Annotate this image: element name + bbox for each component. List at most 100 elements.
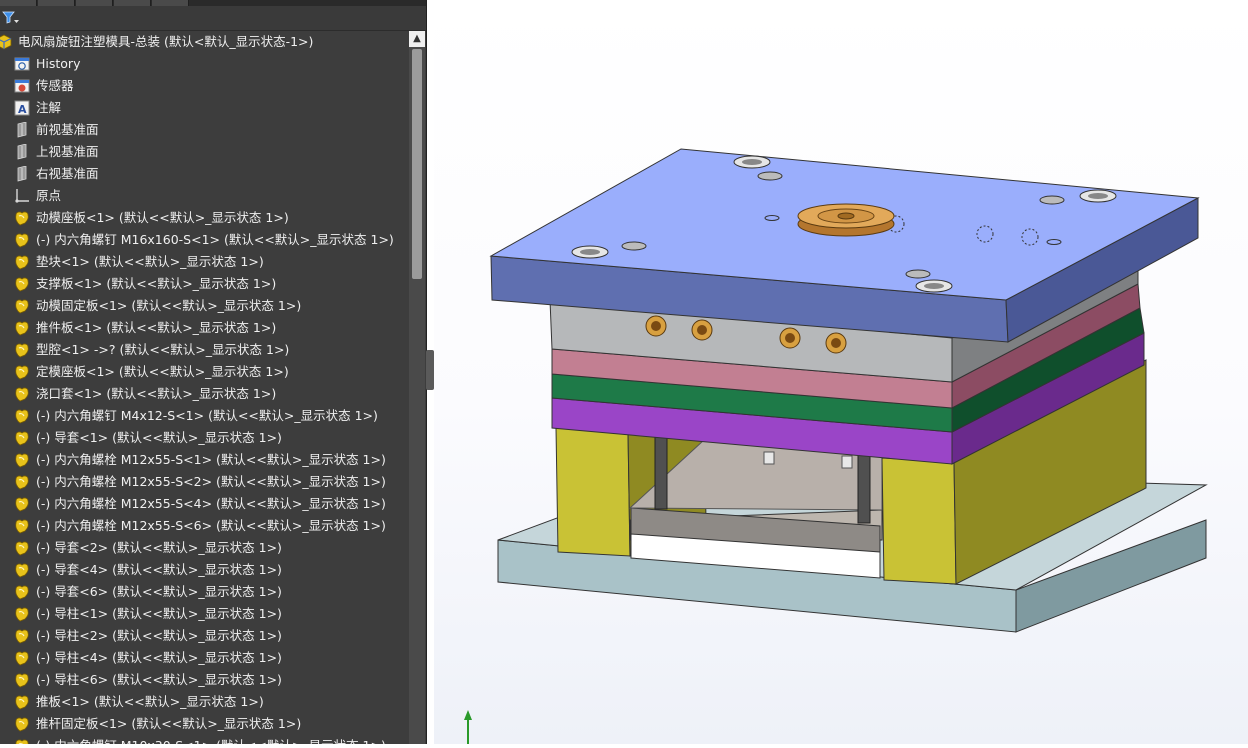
tree-item-2[interactable]: 传感器 [0,75,408,97]
part-icon [14,298,30,314]
tree-item-label: (-) 导套<1> (默认<<默认>_显示状态 1>) [36,430,282,445]
part-icon [14,430,30,446]
filter-icon[interactable] [2,10,20,26]
tree-item-32[interactable]: (-) 内六角螺钉 M10x30-S<1> (默认<<默认>_显示状态 1>) [0,735,408,744]
plane-icon [14,143,30,160]
tree-item-label: (-) 内六角螺栓 M12x55-S<6> (默认<<默认>_显示状态 1>) [36,518,386,533]
tree-filter-bar [0,6,426,31]
tree-item-3[interactable]: A 注解 [0,97,408,119]
tree-item-label: 电风扇旋钮注塑模具-总装 (默认<默认_显示状态-1>) [18,34,314,49]
assembly-icon [0,34,12,50]
feature-manager-panel: 电风扇旋钮注塑模具-总装 (默认<默认_显示状态-1>) History 传感器 A 注… [0,0,427,744]
part-icon [14,716,30,732]
tree-item-12[interactable]: 动模固定板<1> (默认<<默认>_显示状态 1>) [0,295,408,317]
tree-item-root-assembly[interactable]: 电风扇旋钮注塑模具-总装 (默认<默认_显示状态-1>) [0,31,408,53]
part-icon [14,540,30,556]
tree-item-5[interactable]: 上视基准面 [0,141,408,163]
part-icon [14,364,30,380]
tree-item-label: (-) 内六角螺栓 M12x55-S<1> (默认<<默认>_显示状态 1>) [36,452,386,467]
plane-icon [14,165,30,182]
tree-item-label: 定模座板<1> (默认<<默认>_显示状态 1>) [36,364,289,379]
tree-item-label: 上视基准面 [36,144,99,159]
graphics-viewport[interactable] [434,0,1248,744]
tree-item-label: 动模座板<1> (默认<<默认>_显示状态 1>) [36,210,289,225]
return-pin-2 [841,455,853,469]
tree-item-label: (-) 导柱<1> (默认<<默认>_显示状态 1>) [36,606,282,621]
scroll-thumb[interactable] [412,49,422,279]
feature-tree: 电风扇旋钮注塑模具-总装 (默认<默认_显示状态-1>) History 传感器 A 注… [0,31,408,744]
part-icon [14,672,30,688]
part-icon [14,518,30,534]
tree-item-14[interactable]: 型腔<1> ->? (默认<<默认>_显示状态 1>) [0,339,408,361]
tree-item-10[interactable]: 垫块<1> (默认<<默认>_显示状态 1>) [0,251,408,273]
tree-scrollbar[interactable]: ▲ [409,31,425,744]
part-icon [14,386,30,402]
part-icon [14,606,30,622]
tree-item-28[interactable]: (-) 导柱<4> (默认<<默认>_显示状态 1>) [0,647,408,669]
tree-item-label: (-) 导柱<4> (默认<<默认>_显示状态 1>) [36,650,282,665]
tree-item-8[interactable]: 动模座板<1> (默认<<默认>_显示状态 1>) [0,207,408,229]
tree-item-label: (-) 内六角螺钉 M16x160-S<1> (默认<<默认>_显示状态 1>) [36,232,394,247]
spacer-block-left [555,427,631,557]
part-icon [14,562,30,578]
tree-item-18[interactable]: (-) 导套<1> (默认<<默认>_显示状态 1>) [0,427,408,449]
part-icon [14,342,30,358]
part-icon [14,320,30,336]
plane-icon [14,121,30,138]
tree-item-22[interactable]: (-) 内六角螺栓 M12x55-S<6> (默认<<默认>_显示状态 1>) [0,515,408,537]
part-icon [14,650,30,666]
locating-ring [797,203,895,237]
guide-pin-right [857,454,871,524]
tree-item-label: (-) 内六角螺栓 M12x55-S<4> (默认<<默认>_显示状态 1>) [36,496,386,511]
part-icon [14,584,30,600]
tree-item-label: 前视基准面 [36,122,99,137]
tree-item-16[interactable]: 浇口套<1> (默认<<默认>_显示状态 1>) [0,383,408,405]
tree-item-label: 推杆固定板<1> (默认<<默认>_显示状态 1>) [36,716,302,731]
tree-item-29[interactable]: (-) 导柱<6> (默认<<默认>_显示状态 1>) [0,669,408,691]
mold-assembly-model [464,148,1208,744]
tree-item-label: 垫块<1> (默认<<默认>_显示状态 1>) [36,254,264,269]
tree-item-label: (-) 导套<6> (默认<<默认>_显示状态 1>) [36,584,282,599]
tree-item-label: 动模固定板<1> (默认<<默认>_显示状态 1>) [36,298,302,313]
part-icon [14,496,30,512]
tree-item-label: (-) 导柱<2> (默认<<默认>_显示状态 1>) [36,628,282,643]
part-icon [14,232,30,248]
tree-item-21[interactable]: (-) 内六角螺栓 M12x55-S<4> (默认<<默认>_显示状态 1>) [0,493,408,515]
tree-item-6[interactable]: 右视基准面 [0,163,408,185]
panel-splitter-handle[interactable] [426,350,434,390]
tree-item-label: (-) 内六角螺钉 M10x30-S<1> (默认<<默认>_显示状态 1>) [36,735,386,744]
tree-item-27[interactable]: (-) 导柱<2> (默认<<默认>_显示状态 1>) [0,625,408,647]
tree-item-23[interactable]: (-) 导套<2> (默认<<默认>_显示状态 1>) [0,537,408,559]
tree-item-7[interactable]: 原点 [0,185,408,207]
tree-item-11[interactable]: 支撑板<1> (默认<<默认>_显示状态 1>) [0,273,408,295]
origin-icon [14,188,30,204]
tree-item-20[interactable]: (-) 内六角螺栓 M12x55-S<2> (默认<<默认>_显示状态 1>) [0,471,408,493]
tree-item-19[interactable]: (-) 内六角螺栓 M12x55-S<1> (默认<<默认>_显示状态 1>) [0,449,408,471]
part-icon [14,276,30,292]
tree-item-label: (-) 内六角螺栓 M12x55-S<2> (默认<<默认>_显示状态 1>) [36,474,386,489]
spacer-block-right [881,457,957,585]
tree-item-15[interactable]: 定模座板<1> (默认<<默认>_显示状态 1>) [0,361,408,383]
tree-item-26[interactable]: (-) 导柱<1> (默认<<默认>_显示状态 1>) [0,603,408,625]
tree-item-1[interactable]: History [0,53,408,75]
svg-text:A: A [18,103,27,116]
tree-item-30[interactable]: 推板<1> (默认<<默认>_显示状态 1>) [0,691,408,713]
part-icon [14,738,30,744]
tree-item-24[interactable]: (-) 导套<4> (默认<<默认>_显示状态 1>) [0,559,408,581]
history-icon [14,56,30,72]
part-icon [14,694,30,710]
tree-item-17[interactable]: (-) 内六角螺钉 M4x12-S<1> (默认<<默认>_显示状态 1>) [0,405,408,427]
axis-triad-icon [464,710,472,744]
tree-item-label: 原点 [36,188,62,203]
tree-item-label: 右视基准面 [36,166,99,181]
scroll-up-arrow-icon[interactable]: ▲ [409,31,425,47]
tree-item-31[interactable]: 推杆固定板<1> (默认<<默认>_显示状态 1>) [0,713,408,735]
tree-item-4[interactable]: 前视基准面 [0,119,408,141]
tree-item-25[interactable]: (-) 导套<6> (默认<<默认>_显示状态 1>) [0,581,408,603]
tree-item-13[interactable]: 推件板<1> (默认<<默认>_显示状态 1>) [0,317,408,339]
return-pin-1 [763,451,775,465]
part-icon [14,254,30,270]
tree-item-label: (-) 导套<4> (默认<<默认>_显示状态 1>) [36,562,282,577]
tree-item-label: 推板<1> (默认<<默认>_显示状态 1>) [36,694,264,709]
tree-item-9[interactable]: (-) 内六角螺钉 M16x160-S<1> (默认<<默认>_显示状态 1>) [0,229,408,251]
